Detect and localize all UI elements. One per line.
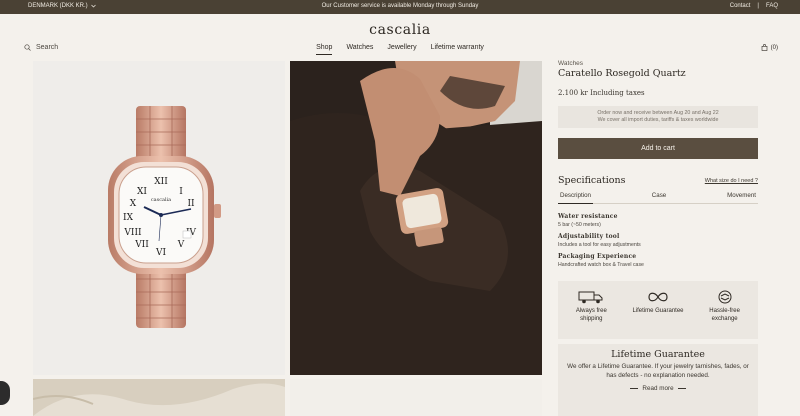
divider: | xyxy=(757,3,759,9)
spec-label: Packaging Experience xyxy=(558,253,637,260)
dash-left xyxy=(630,388,639,389)
bag-icon xyxy=(761,44,767,51)
svg-text:XII: XII xyxy=(154,177,168,187)
guarantee-text: We offer a Lifetime Guarantee. If your j… xyxy=(567,363,749,379)
exchange-icon xyxy=(718,290,732,304)
spec-row: Packaging Experience Handcrafted watch b… xyxy=(558,253,758,268)
main-nav: Shop Watches Jewellery Lifetime warranty xyxy=(0,44,800,55)
product-image-detail[interactable] xyxy=(33,379,285,416)
feature-label: Always free xyxy=(575,308,607,314)
feature-lifetime-guarantee: Lifetime Guarantee xyxy=(628,290,688,316)
site-header: cascalia Search Shop Watches Jewellery L… xyxy=(0,14,800,60)
svg-text:X: X xyxy=(130,199,137,209)
spec-label: Water resistance xyxy=(558,213,618,220)
spec-tabs: Description Case Movement xyxy=(558,192,758,204)
spec-label: Adjustability tool xyxy=(558,233,620,240)
feature-badges: Always free shipping Lifetime Guarantee … xyxy=(558,281,758,339)
infinity-icon xyxy=(648,292,668,302)
product-info-panel: Watches Caratello Rosegold Quartz 2.100 … xyxy=(558,60,758,416)
svg-text:VII: VII xyxy=(134,240,149,250)
dash-right xyxy=(677,388,686,389)
svg-text:VI: VI xyxy=(155,248,166,258)
svg-text:VIII: VIII xyxy=(123,228,142,238)
spec-value: 5 bar (~50 meters) xyxy=(558,222,601,228)
watch-illustration: XII VI IX XI I II X VIII VII V IV cascal… xyxy=(108,106,221,328)
lifetime-guarantee-box: Lifetime Guarantee We offer a Lifetime G… xyxy=(558,344,758,416)
svg-text:XI: XI xyxy=(137,187,147,197)
specifications-heading: Specifications xyxy=(558,175,626,186)
chat-widget-button[interactable] xyxy=(0,381,10,405)
spec-row: Adjustability tool Includes a tool for e… xyxy=(558,233,758,248)
spec-list: Water resistance 5 bar (~50 meters) Adju… xyxy=(558,213,758,273)
tab-case[interactable]: Case xyxy=(650,192,668,199)
nav-lifetime-warranty[interactable]: Lifetime warranty xyxy=(431,44,484,55)
size-guide-link[interactable]: What size do I need ? xyxy=(705,178,758,184)
tab-description[interactable]: Description xyxy=(558,192,593,204)
guarantee-title: Lifetime Guarantee xyxy=(611,349,705,360)
spec-value: Includes a tool for easy adjustments xyxy=(558,242,641,248)
read-more-link[interactable]: Read more xyxy=(558,385,758,392)
read-more-label: Read more xyxy=(642,385,674,392)
dial-brand: cascalia xyxy=(151,197,171,203)
logo[interactable]: cascalia xyxy=(0,22,800,38)
delivery-estimate: Order now and receive between Aug 20 and… xyxy=(597,110,719,116)
spec-row: Water resistance 5 bar (~50 meters) xyxy=(558,213,758,228)
svg-text:I: I xyxy=(179,187,183,197)
svg-text:IX: IX xyxy=(123,213,134,223)
product-price: 2.100 kr Including taxes xyxy=(558,89,645,97)
feature-label: exchange xyxy=(711,315,738,322)
nav-shop[interactable]: Shop xyxy=(316,44,333,55)
cart-button[interactable]: (0) xyxy=(761,44,778,51)
product-image-extra[interactable] xyxy=(290,379,542,416)
feature-label: shipping xyxy=(580,315,603,322)
svg-text:V: V xyxy=(177,240,185,250)
cart-count: (0) xyxy=(770,44,778,51)
nav-jewellery[interactable]: Jewellery xyxy=(387,44,416,55)
spec-value: Handcrafted watch box & Travel case xyxy=(558,262,644,268)
truck-icon xyxy=(578,291,603,304)
product-image-front[interactable]: XII VI IX XI I II X VIII VII V IV cascal… xyxy=(33,61,285,375)
duties-note: We cover all import duties, tariffs & ta… xyxy=(597,117,719,124)
delivery-info: Order now and receive between Aug 20 and… xyxy=(558,106,758,128)
add-to-cart-button[interactable]: Add to cart xyxy=(558,138,758,159)
svg-text:II: II xyxy=(187,199,195,209)
announcement-text: Our Customer service is available Monday… xyxy=(321,3,479,9)
fabric-texture-image xyxy=(33,379,285,416)
feature-free-shipping: Always free shipping xyxy=(561,290,621,323)
product-image-lifestyle[interactable] xyxy=(290,61,542,375)
nav-watches[interactable]: Watches xyxy=(346,44,373,55)
product-category[interactable]: Watches xyxy=(558,60,758,67)
tab-movement[interactable]: Movement xyxy=(725,192,758,199)
faq-link[interactable]: FAQ xyxy=(766,3,778,9)
feature-label: Lifetime Guarantee xyxy=(632,308,684,314)
contact-link[interactable]: Contact xyxy=(730,3,751,9)
announcement-bar: DENMARK (DKK KR.) Our Customer service i… xyxy=(0,0,800,14)
feature-label: Hassle-free xyxy=(709,308,740,314)
model-wearing-watch-photo xyxy=(290,61,542,375)
product-title: Caratello Rosegold Quartz xyxy=(558,68,686,79)
feature-hassle-free-exchange: Hassle-free exchange xyxy=(695,290,755,323)
